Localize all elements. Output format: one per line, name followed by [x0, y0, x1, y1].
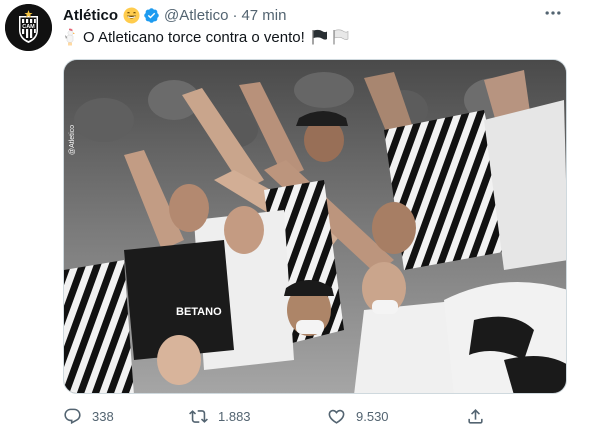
- handle[interactable]: @Atletico: [164, 7, 228, 24]
- black-flag-emoji-icon: [311, 29, 328, 45]
- tweet-body-text: O Atleticano torce contra o vento!: [83, 28, 305, 46]
- retweet-button[interactable]: 1.883: [189, 404, 251, 428]
- grinning-face-emoji-icon: [123, 7, 140, 24]
- verified-icon: [143, 7, 160, 24]
- share-icon: [468, 408, 483, 424]
- reply-button[interactable]: 338: [63, 404, 114, 428]
- like-button[interactable]: 9.530: [327, 404, 389, 428]
- like-count: 9.530: [356, 408, 389, 424]
- display-name[interactable]: Atlético: [63, 7, 118, 24]
- avatar-crest-text: CAM: [22, 24, 35, 30]
- share-button[interactable]: [466, 404, 495, 428]
- tweet-actions: 338 1.883 9.530: [63, 404, 503, 428]
- timestamp[interactable]: 47 min: [241, 7, 286, 24]
- more-options-button[interactable]: [540, 2, 566, 24]
- retweet-icon: [189, 409, 208, 423]
- reply-icon: [64, 408, 81, 424]
- tweet-text: O Atleticano torce contra o vento!: [63, 27, 349, 47]
- avatar[interactable]: CAM: [5, 4, 52, 51]
- tweet-header: Atlético @Atletico · 47 min: [63, 5, 286, 25]
- rooster-emoji-icon: [63, 28, 77, 46]
- reply-count: 338: [92, 408, 114, 424]
- like-icon: [328, 409, 345, 424]
- white-flag-emoji-icon: [332, 29, 349, 45]
- separator-dot: ·: [232, 6, 238, 24]
- more-icon: [545, 11, 561, 15]
- fans-crowd-photo: BETANO @Atletico: [64, 60, 566, 393]
- tweet-photo[interactable]: BETANO @Atletico: [63, 59, 567, 394]
- tweet-card[interactable]: CAM Atlético @Atletico · 47 min O Atleti…: [0, 0, 590, 437]
- retweet-count: 1.883: [218, 408, 251, 424]
- photo-watermark: @Atletico: [69, 125, 76, 155]
- jersey-sponsor-text: BETANO: [176, 306, 222, 318]
- club-crest-icon: CAM: [5, 4, 52, 51]
